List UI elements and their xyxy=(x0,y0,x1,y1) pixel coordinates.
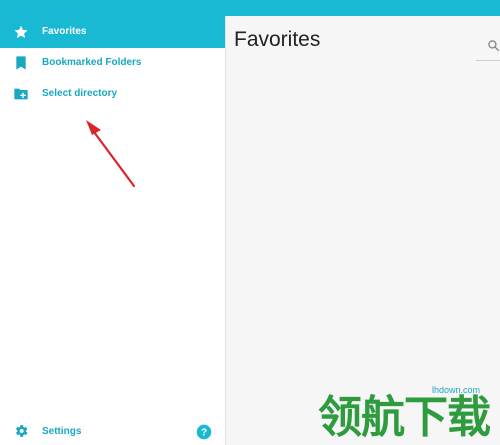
settings-button[interactable]: Settings xyxy=(42,420,81,444)
bookmark-icon xyxy=(16,56,26,70)
watermark: lhdown.com 领航下载 xyxy=(318,385,500,445)
sidebar: Favorites Bookmarked Folders Select dire… xyxy=(0,16,226,445)
app-window: Favorites Bookmarked Folders Select dire… xyxy=(0,0,500,445)
sidebar-item-label: Favorites xyxy=(42,26,87,37)
sidebar-item-label: Select directory xyxy=(42,88,118,99)
search-field[interactable] xyxy=(476,34,500,61)
help-icon[interactable]: ? xyxy=(196,424,212,440)
star-icon xyxy=(14,25,28,38)
sidebar-item-favorites[interactable]: Favorites xyxy=(0,16,225,48)
main-content: Favorites xyxy=(226,16,500,445)
sidebar-item-select-directory[interactable]: Select directory xyxy=(0,78,225,110)
gear-icon[interactable] xyxy=(13,423,29,439)
svg-text:?: ? xyxy=(201,427,207,438)
title-bar xyxy=(0,0,500,16)
folder-add-icon xyxy=(14,88,28,100)
watermark-logo: 领航下载 xyxy=(318,392,491,443)
sidebar-item-bookmarked-folders[interactable]: Bookmarked Folders xyxy=(0,47,225,79)
settings-row: Settings ? xyxy=(0,420,225,444)
page-title: Favorites xyxy=(234,28,321,51)
sidebar-item-label: Bookmarked Folders xyxy=(42,57,142,68)
search-icon[interactable] xyxy=(487,39,500,52)
annotation-arrow-icon xyxy=(86,120,136,188)
